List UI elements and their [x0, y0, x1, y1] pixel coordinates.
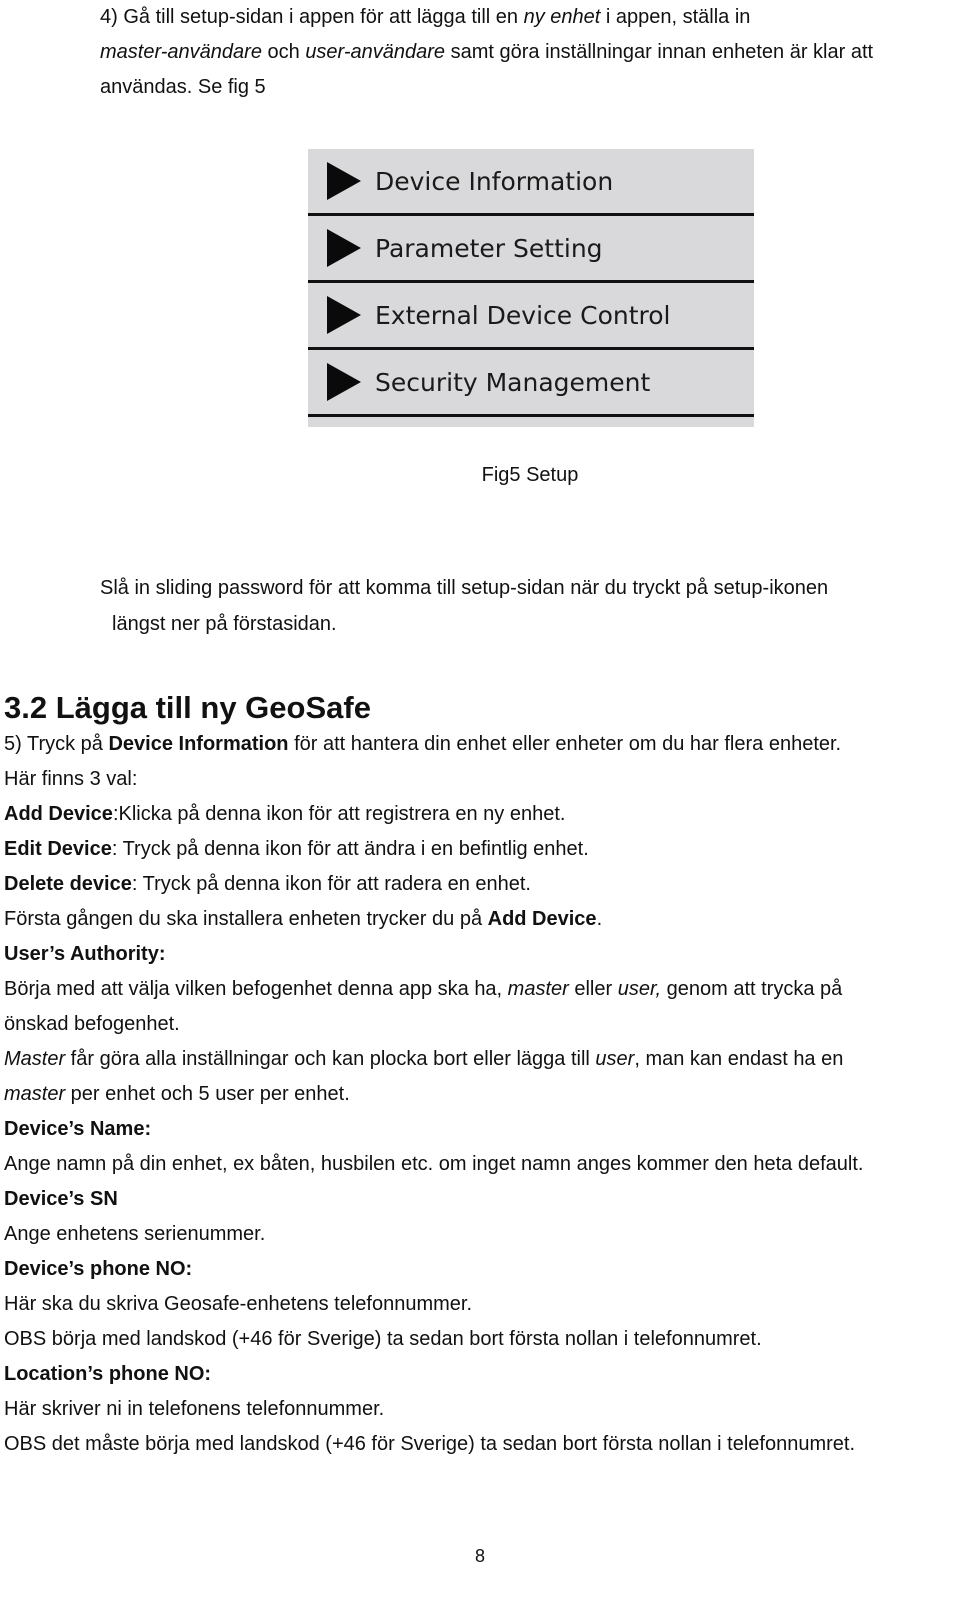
edit-device-line: Edit Device: Tryck på denna ikon för att… [4, 838, 589, 860]
device-sn-heading: Device’s SN [4, 1188, 118, 1210]
note-line-1: Slå in sliding password för att komma ti… [100, 577, 829, 599]
play-triangle-icon [327, 296, 361, 334]
device-phone-desc: Här ska du skriva Geosafe-enhetens telef… [4, 1293, 473, 1315]
device-sn-desc: Ange enhetens serienummer. [4, 1223, 266, 1245]
intro-line-2: master-användare och user-användare samt… [100, 41, 874, 63]
authority-heading: User’s Authority: [4, 943, 166, 965]
note-line-2: längst ner på förstasidan. [112, 613, 337, 635]
device-name-heading: Device’s Name: [4, 1118, 152, 1140]
menu-item-device-information[interactable]: Device Information [308, 149, 754, 216]
add-device-line: Add Device:Klicka på denna ikon för att … [4, 803, 566, 825]
first-time-line: Första gången du ska installera enheten … [4, 908, 603, 930]
play-triangle-icon [327, 229, 361, 267]
menu-item-parameter-setting[interactable]: Parameter Setting [308, 216, 754, 283]
play-triangle-icon [327, 162, 361, 200]
section-heading: 3.2 Lägga till ny GeoSafe [4, 690, 371, 725]
authority-line-1: Börja med att välja vilken befogenhet de… [4, 978, 843, 1000]
device-name-desc: Ange namn på din enhet, ex båten, husbil… [4, 1153, 864, 1175]
setup-note: Slå in sliding password för att komma ti… [100, 570, 950, 642]
location-phone-desc: Här skriver ni in telefonens telefonnumm… [4, 1398, 385, 1420]
play-triangle-icon [327, 363, 361, 401]
device-info-paragraph: 5) Tryck på Device Information för att h… [4, 733, 842, 755]
intro-line-1: 4) Gå till setup-sidan i appen för att l… [100, 6, 751, 28]
page-number: 8 [474, 1546, 485, 1566]
delete-device-line: Delete device: Tryck på denna ikon för a… [4, 873, 531, 895]
intro-line-3: användas. Se fig 5 [100, 76, 266, 98]
setup-menu-figure: Device Information Parameter Setting Ext… [308, 149, 754, 427]
options-intro: Här finns 3 val: [4, 768, 138, 790]
authority-line-2: önskad befogenhet. [4, 1013, 180, 1035]
location-phone-heading: Location’s phone NO: [4, 1363, 212, 1385]
master-line-2: master per enhet och 5 user per enhet. [4, 1083, 350, 1105]
location-phone-obs: OBS det måste börja med landskod (+46 fö… [4, 1433, 856, 1455]
device-phone-obs: OBS börja med landskod (+46 för Sverige)… [4, 1328, 762, 1350]
intro-paragraph: 4) Gå till setup-sidan i appen för att l… [100, 0, 950, 105]
device-phone-heading: Device’s phone NO: [4, 1258, 193, 1280]
section-body: 5) Tryck på Device Information för att h… [4, 727, 954, 1462]
menu-item-security-management[interactable]: Security Management [308, 350, 754, 417]
figure-caption: Fig5 Setup [481, 464, 579, 486]
menu-item-external-device-control[interactable]: External Device Control [308, 283, 754, 350]
master-line-1: Master får göra alla inställningar och k… [4, 1048, 844, 1070]
